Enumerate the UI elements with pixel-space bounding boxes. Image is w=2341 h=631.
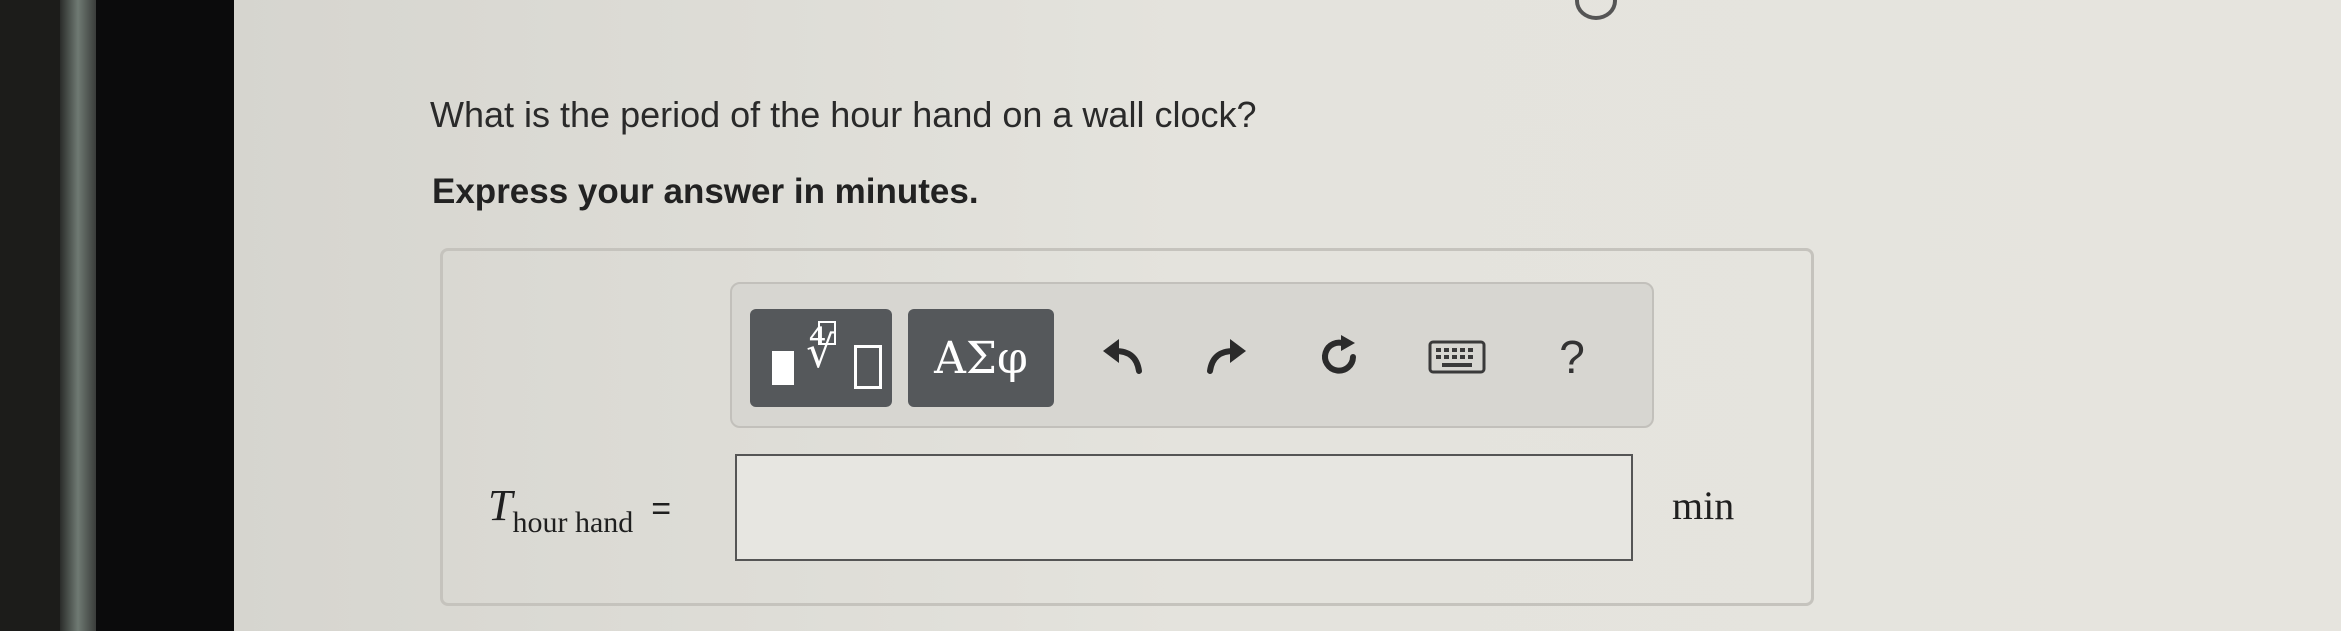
- monitor-border: [96, 0, 234, 631]
- reset-icon: [1322, 335, 1356, 374]
- undo-button[interactable]: [1082, 314, 1162, 400]
- redo-button[interactable]: [1187, 314, 1267, 400]
- undo-icon: [1103, 339, 1142, 374]
- answer-variable-label: Thour hand =: [488, 480, 672, 539]
- reset-button[interactable]: [1299, 314, 1379, 400]
- templates-button[interactable]: ∜: [750, 309, 892, 407]
- equals-sign: =: [651, 490, 672, 528]
- math-toolbar: ∜ ΑΣφ ?: [730, 282, 1654, 428]
- unit-label: min: [1672, 483, 1735, 528]
- help-button[interactable]: ?: [1532, 314, 1612, 400]
- instruction-text: Express your answer in minutes.: [432, 172, 979, 211]
- answer-input[interactable]: [735, 454, 1633, 561]
- greek-letters-button[interactable]: ΑΣφ: [908, 309, 1054, 407]
- keyboard-button[interactable]: [1412, 314, 1502, 400]
- monitor-edge: [60, 0, 96, 631]
- redo-icon: [1207, 339, 1246, 374]
- variable-subscript: hour hand: [512, 506, 634, 539]
- variable-symbol: T: [488, 481, 513, 530]
- question-text: What is the period of the hour hand on a…: [430, 94, 1257, 135]
- keyboard-icon: [1428, 340, 1486, 374]
